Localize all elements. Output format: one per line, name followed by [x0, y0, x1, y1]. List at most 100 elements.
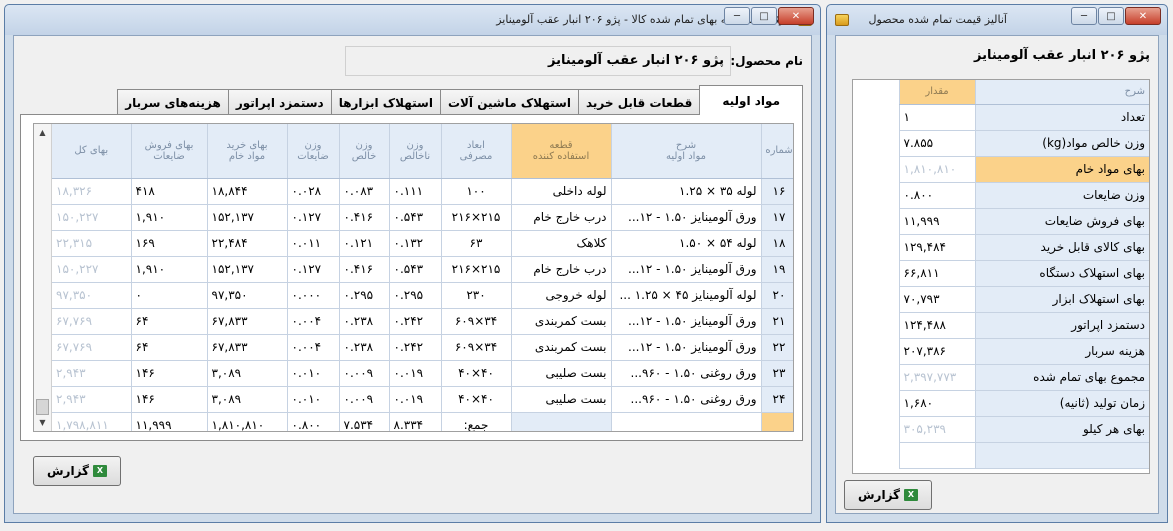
row-gross-weight[interactable]: ۰.۱۱۱ — [389, 178, 442, 205]
row-total-price[interactable]: ۲,۹۴۳ — [52, 386, 132, 413]
row-total-price[interactable]: ۲,۹۴۳ — [52, 360, 132, 387]
table-row[interactable]: ۲۲ ورق آلومینایز ۱.۵۰ - ۱۲... بست کمربندی ۳… — [52, 334, 793, 361]
row-total-price[interactable]: ۶۷,۷۶۹ — [52, 334, 132, 361]
col-header-gross-weight[interactable]: وزن ناخالص — [389, 124, 442, 179]
cost-row[interactable]: زمان تولید (ثانیه) ۱,۶۸۰ — [898, 390, 1149, 417]
vertical-scrollbar[interactable]: ▲ ▼ — [34, 124, 52, 431]
row-part[interactable]: درب خارج خام — [511, 204, 612, 231]
row-number[interactable]: ۲۴ — [761, 386, 793, 413]
row-description[interactable]: ورق آلومینایز ۱.۵۰ - ۱۲... — [611, 334, 762, 361]
cost-row-label[interactable]: بهای استهلاک ابزار — [974, 286, 1149, 313]
row-waste-weight[interactable]: ۰.۰۱۱ — [287, 230, 340, 257]
cost-row-label[interactable]: دستمزد اپراتور — [974, 312, 1149, 339]
row-number[interactable]: ۲۰ — [761, 282, 793, 309]
row-gross-weight[interactable]: ۰.۲۴۲ — [389, 308, 442, 335]
row-part[interactable]: بست صلیبی — [511, 386, 612, 413]
cost-row-value[interactable]: ۱۱,۹۹۹ — [898, 208, 975, 235]
row-gross-weight[interactable]: ۰.۰۱۹ — [389, 386, 442, 413]
cost-row-label[interactable]: بهای مواد خام — [974, 156, 1149, 183]
row-part[interactable]: بست کمربندی — [511, 308, 612, 335]
row-gross-weight[interactable]: ۰.۵۴۳ — [389, 256, 442, 283]
cost-row-value[interactable]: ۶۶,۸۱۱ — [898, 260, 975, 287]
cost-row[interactable]: بهای فروش ضایعات ۱۱,۹۹۹ — [898, 208, 1149, 235]
row-waste-weight[interactable]: ۰.۰۱۰ — [287, 386, 340, 413]
row-net-weight[interactable]: ۰.۴۱۶ — [339, 204, 390, 231]
row-number[interactable]: ۲۱ — [761, 308, 793, 335]
row-buy-price[interactable]: ۱۵۲,۱۳۷ — [207, 204, 288, 231]
cost-row[interactable]: تعداد ۱ — [898, 104, 1149, 131]
cost-row-label[interactable]: بهای استهلاک دستگاه — [974, 260, 1149, 287]
row-sell-price[interactable]: ۱,۹۱۰ — [131, 256, 208, 283]
minimize-icon[interactable]: ─ — [724, 7, 750, 25]
row-dimensions[interactable]: ۶۳ — [441, 230, 512, 257]
cost-row-value[interactable]: ۷۰,۷۹۳ — [898, 286, 975, 313]
row-net-weight[interactable]: ۰.۰۰۹ — [339, 360, 390, 387]
row-buy-price[interactable]: ۱۸,۸۴۴ — [207, 178, 288, 205]
row-sell-price[interactable]: ۰ — [131, 282, 208, 309]
row-total-price[interactable]: ۶۷,۷۶۹ — [52, 308, 132, 335]
cost-row-value[interactable]: ۰.۸۰۰ — [898, 182, 975, 209]
row-gross-weight[interactable]: ۰.۰۱۹ — [389, 360, 442, 387]
cost-row-value[interactable]: ۷.۸۵۵ — [898, 130, 975, 157]
raw-materials-grid[interactable]: ▲ ▼ شماره شرح مواد اولیه قطعه استفاده کن… — [33, 123, 794, 432]
cost-row[interactable]: وزن ضایعات ۰.۸۰۰ — [898, 182, 1149, 209]
table-row[interactable]: ۱۶ لوله ۳۵ × ۱.۲۵ لوله داخلی ۱۰۰ ۰.۱۱۱ ۰.۰۸۳ ۰… — [52, 178, 793, 205]
table-row[interactable]: ۲۳ ورق روغنی ۱.۵۰ - ۹۶۰... بست صلیبی ۴۰×۴۰ ۰… — [52, 360, 793, 387]
row-buy-price[interactable]: ۹۷,۳۵۰ — [207, 282, 288, 309]
row-description[interactable]: لوله ۳۵ × ۱.۲۵ — [611, 178, 762, 205]
row-part[interactable]: لوله داخلی — [511, 178, 612, 205]
table-row[interactable]: ۲۱ ورق آلومینایز ۱.۵۰ - ۱۲... بست کمربندی ۳… — [52, 308, 793, 335]
table-row[interactable]: ۱۷ ورق آلومینایز ۱.۵۰ - ۱۲... درب خارج خام… — [52, 204, 793, 231]
row-net-weight[interactable]: ۰.۰۸۳ — [339, 178, 390, 205]
cost-row-value[interactable]: ۲۰۷,۳۸۶ — [898, 338, 975, 365]
row-total-price[interactable]: ۲۲,۳۱۵ — [52, 230, 132, 257]
row-dimensions[interactable]: ۴۰×۴۰ — [441, 386, 512, 413]
row-dimensions[interactable]: ۱۰۰ — [441, 178, 512, 205]
tab-raw-materials[interactable]: مواد اولیه — [699, 85, 803, 115]
row-dimensions[interactable]: ۳۴×۶۰۹ — [441, 308, 512, 335]
cost-row-label[interactable]: بهای هر کیلو — [974, 416, 1149, 443]
row-buy-price[interactable]: ۶۷,۸۳۳ — [207, 334, 288, 361]
row-buy-price[interactable]: ۳,۰۸۹ — [207, 386, 288, 413]
cost-row-label[interactable]: بهای فروش ضایعات — [974, 208, 1149, 235]
cost-row[interactable]: دستمزد اپراتور ۱۲۴,۴۸۸ — [898, 312, 1149, 339]
row-part[interactable]: لوله خروجی — [511, 282, 612, 309]
row-part[interactable]: بست صلیبی — [511, 360, 612, 387]
row-description[interactable]: ورق روغنی ۱.۵۰ - ۹۶۰... — [611, 360, 762, 387]
row-dimensions[interactable]: ۲۱۵×۲۱۶ — [441, 256, 512, 283]
row-description[interactable]: ورق آلومینایز ۱.۵۰ - ۱۲... — [611, 256, 762, 283]
cost-row-label[interactable]: وزن خالص مواد(kg) — [974, 130, 1149, 157]
table-row[interactable]: ۲۰ لوله آلومینایز ۴۵ × ۱.۲۵ ... لوله خروجی… — [52, 282, 793, 309]
col-header-description[interactable]: شرح مواد اولیه — [611, 124, 762, 179]
cost-row[interactable]: هزینه سربار ۲۰۷,۳۸۶ — [898, 338, 1149, 365]
row-dimensions[interactable]: ۲۳۰ — [441, 282, 512, 309]
row-total-price[interactable]: ۱۵۰,۲۲۷ — [52, 256, 132, 283]
row-part[interactable]: بست کمربندی — [511, 334, 612, 361]
row-dimensions[interactable]: ۳۴×۶۰۹ — [441, 334, 512, 361]
row-waste-weight[interactable]: ۰.۰۰۰ — [287, 282, 340, 309]
row-part[interactable]: کلاهک — [511, 230, 612, 257]
tab-tool-depreciation[interactable]: استهلاک ابزارها — [330, 89, 441, 115]
cost-row-value[interactable]: ۳۰۵,۲۳۹ — [898, 416, 975, 443]
tab-operator-wage[interactable]: دستمزد اپراتور — [227, 89, 332, 115]
cost-row-label[interactable]: وزن ضایعات — [974, 182, 1149, 209]
table-row[interactable]: ۱۹ ورق آلومینایز ۱.۵۰ - ۱۲... درب خارج خام… — [52, 256, 793, 283]
table-row[interactable]: ۱۸ لوله ۵۴ × ۱.۵۰ کلاهک ۶۳ ۰.۱۳۲ ۰.۱۲۱ ۰.۰۱۱ ۲۲… — [52, 230, 793, 257]
maximize-icon[interactable]: □ — [751, 7, 777, 25]
cost-row[interactable]: مجموع بهای تمام شده ۲,۳۹۷,۷۷۳ — [898, 364, 1149, 391]
row-number[interactable]: ۱۶ — [761, 178, 793, 205]
row-net-weight[interactable]: ۰.۴۱۶ — [339, 256, 390, 283]
side-maximize-icon[interactable]: □ — [1098, 7, 1124, 25]
row-number[interactable]: ۲۲ — [761, 334, 793, 361]
row-waste-weight[interactable]: ۰.۰۲۸ — [287, 178, 340, 205]
cost-row-value[interactable]: ۱۲۴,۴۸۸ — [898, 312, 975, 339]
row-gross-weight[interactable]: ۰.۲۴۲ — [389, 334, 442, 361]
row-buy-price[interactable]: ۶۷,۸۳۳ — [207, 308, 288, 335]
tab-machine-depreciation[interactable]: استهلاک ماشین آلات — [439, 89, 579, 115]
close-icon[interactable]: ✕ — [778, 7, 814, 25]
cost-row-value[interactable]: ۱,۸۱۰,۸۱۰ — [898, 156, 975, 183]
cost-row-value[interactable]: ۲,۳۹۷,۷۷۳ — [898, 364, 975, 391]
main-titlebar[interactable]: جزئیات محاسبه بهای تمام شده کالا - پژو ۲… — [5, 5, 820, 35]
col-header-buy-price[interactable]: بهای خرید مواد خام — [207, 124, 288, 179]
side-report-button[interactable]: X گزارش — [844, 480, 932, 510]
